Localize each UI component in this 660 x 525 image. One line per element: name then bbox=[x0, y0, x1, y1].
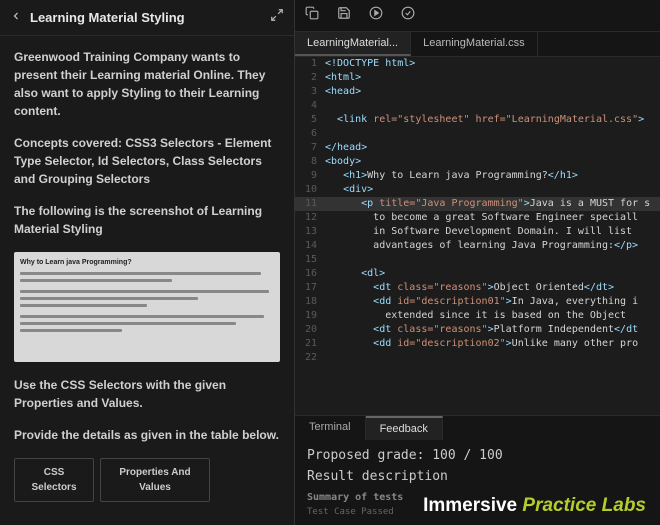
instruction-paragraph: Concepts covered: CSS3 Selectors - Eleme… bbox=[14, 134, 280, 188]
code-line[interactable]: 12 to become a great Software Engineer s… bbox=[295, 211, 660, 225]
app-root: Learning Material Styling Greenwood Trai… bbox=[0, 0, 660, 525]
code-line[interactable]: 3<head> bbox=[295, 85, 660, 99]
code-line[interactable]: 2<html> bbox=[295, 71, 660, 85]
code-line[interactable]: 18 <dd id="description01">In Java, every… bbox=[295, 295, 660, 309]
code-line[interactable]: 10 <div> bbox=[295, 183, 660, 197]
check-icon[interactable] bbox=[401, 6, 415, 25]
code-line[interactable]: 19 extended since it is based on the Obj… bbox=[295, 309, 660, 323]
brand-word-1: Immersive bbox=[423, 495, 517, 516]
copy-icon[interactable] bbox=[305, 6, 319, 25]
editor-tab[interactable]: LearningMaterial.css bbox=[411, 32, 538, 56]
screenshot-title: Why to Learn java Programming? bbox=[20, 258, 274, 269]
code-line[interactable]: 5 <link rel="stylesheet" href="LearningM… bbox=[295, 113, 660, 127]
play-icon[interactable] bbox=[369, 6, 383, 25]
left-panel: Learning Material Styling Greenwood Trai… bbox=[0, 0, 295, 525]
code-line[interactable]: 6 bbox=[295, 127, 660, 141]
bottom-tabs: TerminalFeedback bbox=[295, 415, 660, 440]
code-line[interactable]: 16 <dl> bbox=[295, 267, 660, 281]
instruction-paragraph: Greenwood Training Company wants to pres… bbox=[14, 48, 280, 120]
code-line[interactable]: 22 bbox=[295, 351, 660, 365]
code-line[interactable]: 7</head> bbox=[295, 141, 660, 155]
code-line[interactable]: 8<body> bbox=[295, 155, 660, 169]
code-line[interactable]: 15 bbox=[295, 253, 660, 267]
code-line[interactable]: 14 advantages of learning Java Programmi… bbox=[295, 239, 660, 253]
code-line[interactable]: 20 <dt class="reasons">Platform Independ… bbox=[295, 323, 660, 337]
code-line[interactable]: 17 <dt class="reasons">Object Oriented</… bbox=[295, 281, 660, 295]
code-line[interactable]: 9 <h1>Why to Learn java Programming?</h1… bbox=[295, 169, 660, 183]
right-panel: LearningMaterial...LearningMaterial.css … bbox=[295, 0, 660, 525]
instruction-paragraph: Provide the details as given in the tabl… bbox=[14, 426, 280, 444]
panel-title: Learning Material Styling bbox=[30, 10, 262, 25]
expand-icon[interactable] bbox=[270, 8, 284, 27]
code-line[interactable]: 1<!DOCTYPE html> bbox=[295, 57, 660, 71]
editor-toolbar bbox=[295, 0, 660, 32]
code-line[interactable]: 11 <p title="Java Programming">Java is a… bbox=[295, 197, 660, 211]
table-col-selectors: CSS Selectors bbox=[14, 458, 94, 502]
code-editor[interactable]: 1<!DOCTYPE html>2<html>3<head>45 <link r… bbox=[295, 57, 660, 415]
table-col-props: Properties And Values bbox=[100, 458, 210, 502]
brand-watermark: Immersive Practice Labs bbox=[423, 495, 646, 517]
instruction-paragraph: Use the CSS Selectors with the given Pro… bbox=[14, 376, 280, 412]
left-header: Learning Material Styling bbox=[0, 0, 294, 36]
grade-text: Proposed grade: 100 / 100 bbox=[307, 448, 648, 463]
code-line[interactable]: 4 bbox=[295, 99, 660, 113]
brand-word-3: Labs bbox=[602, 495, 646, 516]
bottom-tab[interactable]: Feedback bbox=[366, 416, 443, 440]
table-header: CSS Selectors Properties And Values bbox=[14, 458, 280, 502]
result-desc: Result description bbox=[307, 469, 648, 484]
instructions: Greenwood Training Company wants to pres… bbox=[0, 36, 294, 525]
editor-tab[interactable]: LearningMaterial... bbox=[295, 32, 411, 56]
save-icon[interactable] bbox=[337, 6, 351, 25]
example-screenshot: Why to Learn java Programming? bbox=[14, 252, 280, 362]
bottom-tab[interactable]: Terminal bbox=[295, 416, 366, 440]
code-line[interactable]: 13 in Software Development Domain. I wil… bbox=[295, 225, 660, 239]
editor-tabs: LearningMaterial...LearningMaterial.css bbox=[295, 32, 660, 57]
chevron-left-icon[interactable] bbox=[10, 9, 22, 27]
brand-word-2: Practice bbox=[522, 495, 596, 516]
instruction-paragraph: The following is the screenshot of Learn… bbox=[14, 202, 280, 238]
code-line[interactable]: 21 <dd id="description02">Unlike many ot… bbox=[295, 337, 660, 351]
